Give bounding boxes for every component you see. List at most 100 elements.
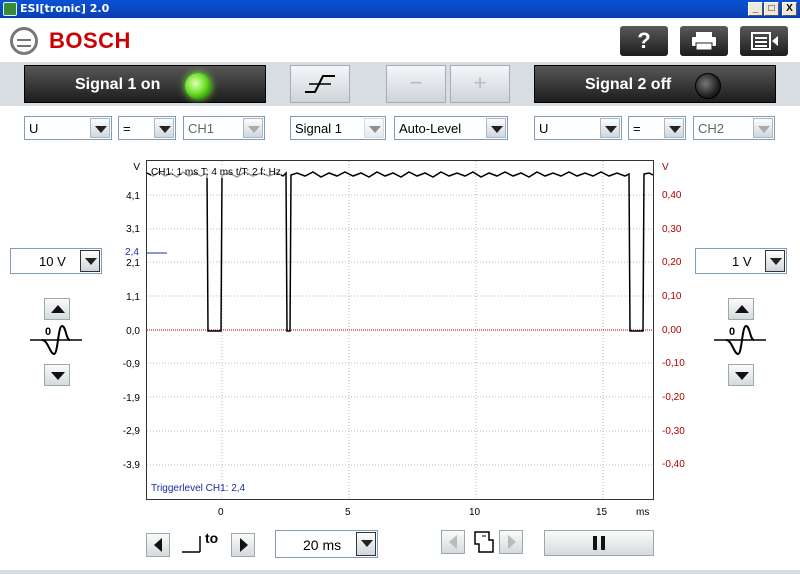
window-title: ESI[tronic] 2.0: [20, 2, 110, 15]
oscilloscope-plot[interactable]: CH1: 1 ms T: 4 ms t/T: 2 f: Hz Triggerle…: [146, 160, 654, 500]
right-tick-label: 0,40: [662, 190, 682, 201]
exit-button[interactable]: [740, 26, 788, 56]
pause-button[interactable]: [544, 530, 654, 556]
help-button[interactable]: ?: [620, 26, 668, 56]
chevron-down-icon: [486, 118, 506, 138]
chevron-down-icon: [765, 250, 785, 272]
left-axis-unit: V: [133, 162, 140, 173]
trigger-pos-right-button[interactable]: [231, 533, 255, 557]
timebase-value: 20 ms: [303, 537, 342, 553]
chevron-down-icon: [356, 532, 376, 556]
printer-icon: [692, 32, 716, 51]
signal-2-label: Signal 2 off: [585, 76, 672, 93]
trigger-edge-icon: [305, 75, 335, 93]
print-button[interactable]: [680, 26, 728, 56]
title-bar: ESI[tronic] 2.0 _ □ X: [0, 0, 800, 18]
trigger-mode-select[interactable]: Auto-Level: [394, 116, 508, 140]
left-tick-label: 2,1: [126, 258, 140, 269]
chevron-down-icon: [90, 118, 110, 138]
chevron-down-icon: [753, 118, 773, 138]
trigger-level-marker: 2,4: [125, 247, 139, 258]
ch2-offset-down-button[interactable]: [728, 364, 754, 386]
ch2-range-value: 1 V: [732, 254, 752, 269]
minimize-button[interactable]: _: [748, 2, 763, 16]
right-axis-unit: V: [662, 162, 669, 173]
right-tick-label: 0,00: [662, 325, 682, 336]
left-tick-label: 1,1: [126, 292, 140, 303]
ch1-offset-up-button[interactable]: [44, 298, 70, 320]
ch1-offset-signal-icon: 0: [30, 324, 82, 356]
ch1-operator-value: =: [123, 121, 131, 136]
timebase-select[interactable]: 20 ms: [275, 530, 378, 558]
ch2-range-select[interactable]: 1 V: [695, 248, 787, 274]
signal-2-button[interactable]: Signal 2 off: [534, 65, 776, 103]
ch2-measure-value: U: [539, 121, 549, 136]
ch1-range-select[interactable]: 10 V: [10, 248, 102, 274]
ch1-trace: [147, 171, 653, 332]
ch2-channel-select[interactable]: CH2: [693, 116, 775, 140]
ch1-offset-down-button[interactable]: [44, 364, 70, 386]
zoom-plus-button[interactable]: +: [450, 65, 510, 103]
trigger-pos-left-button[interactable]: [146, 533, 170, 557]
page-next-button[interactable]: [499, 530, 523, 554]
chevron-down-icon: [243, 118, 263, 138]
trigger-edge-button[interactable]: [290, 65, 350, 103]
left-tick-label: -3,9: [122, 460, 140, 471]
exit-list-icon: [751, 32, 778, 50]
pause-icon: [593, 536, 605, 550]
ch1-range-value: 10 V: [39, 254, 66, 269]
zoom-minus-button[interactable]: −: [386, 65, 446, 103]
right-tick-label: 0,20: [662, 257, 682, 268]
ch1-measure-select[interactable]: U: [24, 116, 112, 140]
left-tick-label: 4,1: [126, 191, 140, 202]
right-tick-label: -0,30: [662, 426, 685, 437]
chevron-down-icon: [154, 118, 174, 138]
app-icon: [3, 2, 17, 16]
x-tick-label: 5: [345, 507, 351, 518]
signal-1-led-icon: [185, 73, 211, 99]
left-tick-label: -0,9: [122, 359, 140, 370]
trigger-mode-value: Auto-Level: [399, 121, 462, 136]
ch1-channel-select[interactable]: CH1: [183, 116, 265, 140]
trigger-source-select[interactable]: Signal 1: [290, 116, 386, 140]
trigger-time-icon: [182, 536, 201, 553]
left-tick-label: -1,9: [122, 393, 140, 404]
trigger-time-label: to: [205, 530, 219, 546]
x-tick-label: 15: [596, 507, 608, 518]
chevron-down-icon: [664, 118, 684, 138]
x-tick-label: 10: [469, 507, 481, 518]
right-tick-label: 0,30: [662, 224, 682, 235]
maximize-button[interactable]: □: [764, 2, 779, 16]
ch2-offset-signal-icon: 0: [714, 324, 766, 356]
x-axis-unit: ms: [636, 507, 650, 518]
chevron-down-icon: [80, 250, 100, 272]
svg-text:0: 0: [729, 326, 735, 338]
ch1-measure-value: U: [29, 121, 39, 136]
page-flip-icon[interactable]: [469, 528, 497, 556]
right-tick-label: 0,10: [662, 291, 682, 302]
status-strip: [0, 570, 800, 574]
svg-text:0: 0: [45, 326, 51, 338]
ch2-operator-value: =: [633, 121, 641, 136]
channel-info-text: CH1: 1 ms T: 4 ms t/T: 2 f: Hz: [151, 167, 281, 178]
ch2-offset-up-button[interactable]: [728, 298, 754, 320]
close-button[interactable]: X: [782, 2, 797, 16]
ch1-operator-select[interactable]: =: [118, 116, 176, 140]
brand-name: BOSCH: [49, 28, 131, 53]
page-prev-button[interactable]: [441, 530, 465, 554]
signal-2-led-icon: [695, 73, 721, 99]
x-tick-label: 0: [218, 507, 224, 518]
right-tick-label: -0,20: [662, 392, 685, 403]
left-tick-label: 3,1: [126, 224, 140, 235]
right-tick-label: -0,10: [662, 358, 685, 369]
right-tick-label: -0,40: [662, 459, 685, 470]
trigger-source-value: Signal 1: [295, 121, 342, 136]
left-tick-label: -2,9: [122, 426, 140, 437]
chevron-down-icon: [364, 118, 384, 138]
ch2-operator-select[interactable]: =: [628, 116, 686, 140]
signal-1-button[interactable]: Signal 1 on: [24, 65, 266, 103]
chevron-down-icon: [600, 118, 620, 138]
app-header: BOSCH ?: [0, 18, 800, 62]
ch1-channel-value: CH1: [188, 121, 215, 136]
ch2-measure-select[interactable]: U: [534, 116, 622, 140]
